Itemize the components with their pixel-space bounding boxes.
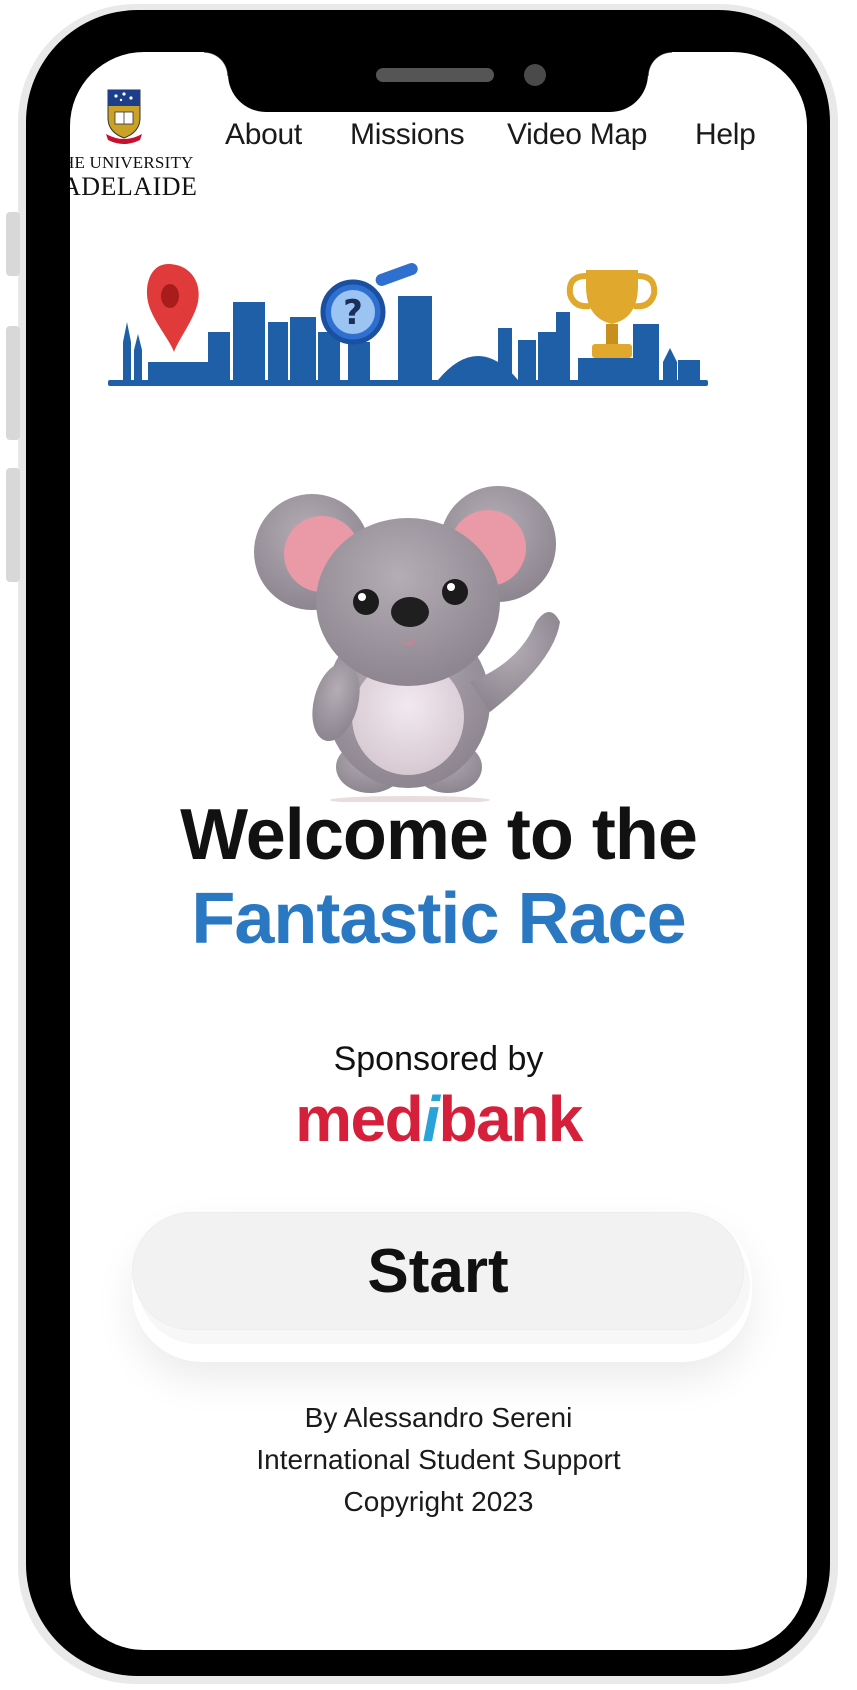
footer: By Alessandro Sereni International Stude… xyxy=(70,1397,807,1523)
medibank-logo: medibank xyxy=(70,1082,807,1156)
footer-organization: International Student Support xyxy=(256,1444,621,1475)
svg-text:?: ? xyxy=(343,293,363,333)
medibank-logo-i: i xyxy=(422,1083,440,1155)
start-button[interactable]: Start xyxy=(132,1212,744,1330)
phone-volume-up-button xyxy=(6,326,20,440)
phone-camera xyxy=(524,64,546,86)
nav-help[interactable]: Help xyxy=(695,118,756,152)
start-button-shadow: Start xyxy=(132,1212,752,1362)
phone-speaker xyxy=(376,68,494,82)
sponsored-by-label: Sponsored by xyxy=(333,1040,544,1078)
phone-volume-down-button xyxy=(6,468,20,582)
fantastic-race-heading: Fantastic Race xyxy=(191,879,686,959)
map-pin-icon xyxy=(146,264,199,352)
footer-author: By Alessandro Sereni xyxy=(304,1402,573,1433)
phone-mute-switch xyxy=(6,212,20,276)
koala-mascot-image xyxy=(254,486,560,802)
phone-notch xyxy=(204,52,672,112)
city-skyline-banner: ? xyxy=(108,263,708,386)
medibank-logo-part-1: med xyxy=(295,1083,424,1155)
nav-missions[interactable]: Missions xyxy=(350,118,465,152)
nav-about[interactable]: About xyxy=(225,118,302,152)
university-logo-line2: ADELAIDE xyxy=(70,172,198,201)
footer-copyright: Copyright 2023 xyxy=(343,1486,534,1517)
nav-video-map[interactable]: Video Map xyxy=(507,118,647,152)
app-screen: HE UNIVERSITY ADELAIDE About Missions Vi… xyxy=(70,52,807,1650)
welcome-heading: Welcome to the xyxy=(180,795,698,875)
medibank-logo-part-2: bank xyxy=(438,1083,584,1155)
top-navigation: About Missions Video Map Help xyxy=(70,118,807,162)
